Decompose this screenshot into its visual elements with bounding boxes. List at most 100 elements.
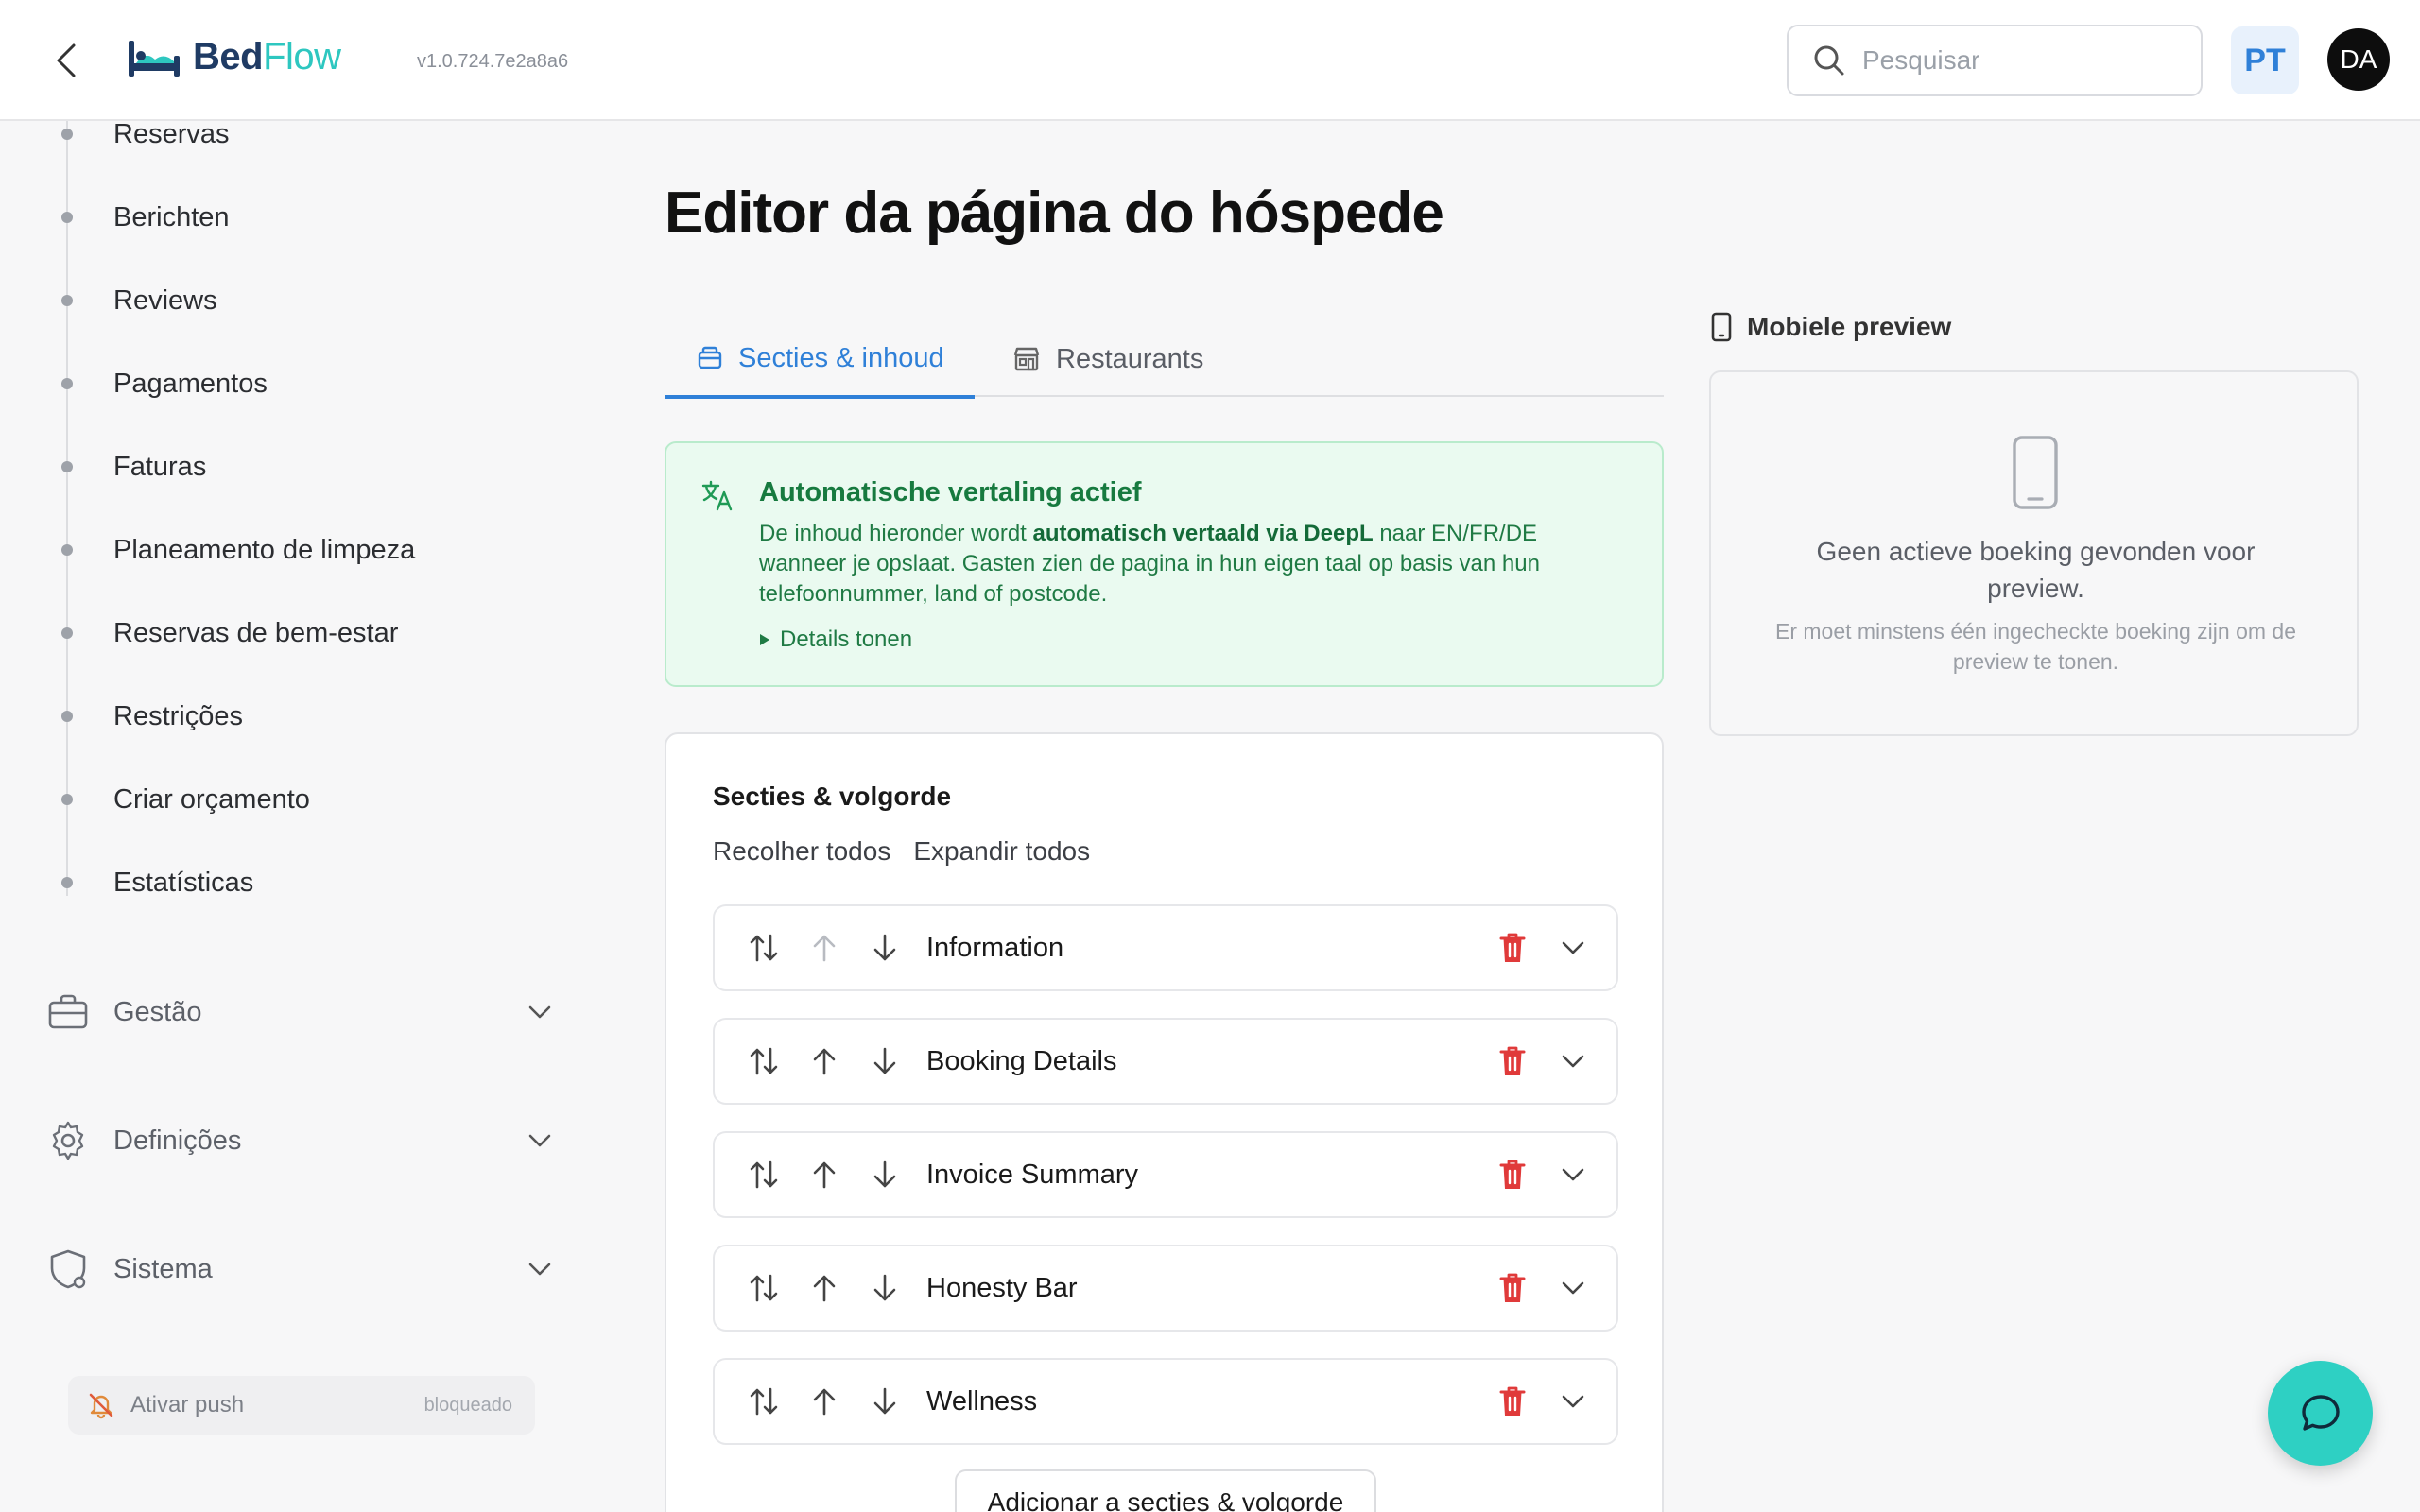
trash-icon[interactable] [1494,1042,1531,1080]
sidebar-group-label: Definições [113,1125,242,1156]
section-row[interactable]: Information [713,904,1618,991]
move-up-icon[interactable] [805,1383,843,1420]
move-down-icon[interactable] [866,1156,904,1194]
move-down-icon[interactable] [866,1042,904,1080]
drag-sort-icon[interactable] [745,1042,783,1080]
sidebar-item-label: Criar orçamento [113,783,310,815]
push-toggle[interactable]: Ativar push bloqueado [68,1376,535,1435]
move-up-icon[interactable] [805,1156,843,1194]
layers-icon [698,346,722,369]
preview-header: Mobiele preview [1711,312,1951,342]
bullet-dot [61,295,73,306]
bullet-dot [61,129,73,140]
preview-title: Mobiele preview [1747,312,1952,341]
sidebar-item-pagamentos[interactable]: Pagamentos [0,355,567,412]
section-row[interactable]: Honesty Bar [713,1245,1618,1332]
move-up-icon[interactable] [805,1042,843,1080]
search-box[interactable] [1787,25,2203,96]
chevron-down-icon[interactable] [1554,929,1592,967]
bullet-dot [61,212,73,223]
bullet-dot [61,544,73,556]
add-section-button[interactable]: Adicionar a secties & volgorde [955,1469,1376,1512]
chevron-down-icon[interactable] [1554,1156,1592,1194]
sidebar-item-label: Restrições [113,700,243,731]
move-down-icon[interactable] [866,929,904,967]
notice-title: Automatische vertaling actief [759,477,1142,507]
section-row[interactable]: Wellness [713,1358,1618,1445]
sidebar-item-reviews[interactable]: Reviews [0,272,567,329]
sidebar-item-label: Reservas de bem-estar [113,617,399,648]
sidebar-item-restricoes[interactable]: Restrições [0,688,567,745]
sidebar-group-definicoes[interactable]: Definições [0,1108,567,1174]
chevron-down-icon[interactable] [1554,1383,1592,1420]
sidebar-item-berichten[interactable]: Berichten [0,189,567,246]
sidebar-item-criar-orcamento[interactable]: Criar orçamento [0,771,567,828]
chat-button[interactable] [2268,1361,2373,1466]
preview-empty-hint: Er moet minstens één ingecheckte boeking… [1774,619,2297,674]
tab-secties-inhoud[interactable]: Secties & inhoud [665,321,975,399]
drag-sort-icon[interactable] [745,1269,783,1307]
sidebar: Reservas Berichten Reviews Pagamentos Fa… [0,119,586,1512]
sidebar-item-reservas-bem-estar[interactable]: Reservas de bem-estar [0,605,567,662]
sidebar-group-label: Sistema [113,1253,213,1284]
sidebar-item-estatisticas[interactable]: Estatísticas [0,854,567,911]
move-up-icon[interactable] [805,1269,843,1307]
user-avatar[interactable]: DA [2327,28,2390,91]
chevron-down-icon [526,998,554,1026]
drag-sort-icon[interactable] [745,1156,783,1194]
bullet-dot [61,794,73,805]
details-toggle[interactable]: Details tonen [759,627,912,653]
section-name: Invoice Summary [926,1160,1139,1190]
chevron-down-icon[interactable] [1554,1042,1592,1080]
smartphone-icon [2013,436,2058,509]
notice-body: De inhoud hieronder wordt automatisch ve… [759,521,1540,607]
search-input[interactable] [1862,45,2165,76]
sidebar-item-faturas[interactable]: Faturas [0,438,567,495]
chevron-left-icon [57,43,76,77]
trash-icon[interactable] [1494,929,1531,967]
shield-icon [47,1248,89,1290]
sidebar-item-label: Estatísticas [113,867,254,898]
tab-label: Secties & inhoud [738,342,944,373]
translation-notice: Automatische vertaling actief De inhoud … [665,441,1664,687]
store-icon [1013,347,1040,371]
trash-icon[interactable] [1494,1383,1531,1420]
move-up-icon[interactable] [805,929,843,967]
bullet-dot [61,711,73,722]
section-name: Booking Details [926,1046,1117,1076]
section-row[interactable]: Invoice Summary [713,1131,1618,1218]
sidebar-item-label: Planeamento de limpeza [113,534,416,565]
search-icon [1814,45,1844,76]
section-name: Wellness [926,1386,1038,1417]
chevron-down-icon [526,1126,554,1155]
language-switcher[interactable]: PT [2231,26,2299,94]
sidebar-item-label: Reviews [113,284,217,316]
translate-icon [700,479,735,516]
trash-icon[interactable] [1494,1269,1531,1307]
drag-sort-icon[interactable] [745,929,783,967]
drag-sort-icon[interactable] [745,1383,783,1420]
sidebar-group-gestao[interactable]: Gestão [0,979,567,1045]
tab-label: Restaurants [1056,343,1204,374]
collapse-expand-actions: Recolher todos Expandir todos [713,836,1090,867]
bullet-dot [61,877,73,888]
sidebar-item-planeamento-limpeza[interactable]: Planeamento de limpeza [0,522,567,578]
sidebar-group-sistema[interactable]: Sistema [0,1236,567,1302]
bullet-dot [61,627,73,639]
preview-panel: Geen actieve boeking gevonden voor previ… [1709,370,2359,736]
sections-card-title: Secties & volgorde [713,782,952,811]
back-button[interactable] [47,42,85,79]
move-down-icon[interactable] [866,1383,904,1420]
chevron-down-icon[interactable] [1554,1269,1592,1307]
section-row[interactable]: Booking Details [713,1018,1618,1105]
collapse-all-button[interactable]: Recolher todos [713,836,890,867]
sections-card: Secties & volgorde Recolher todos Expand… [665,732,1664,1512]
trash-icon[interactable] [1494,1156,1531,1194]
tab-restaurants[interactable]: Restaurants [1012,321,1203,397]
push-label: Ativar push [130,1392,245,1418]
move-down-icon[interactable] [866,1269,904,1307]
app-logo[interactable]: BedFlow [127,36,341,78]
chat-bubble-icon [2301,1394,2340,1431]
expand-all-button[interactable]: Expandir todos [913,836,1090,867]
preview-empty-message: Geen actieve boeking gevonden voor previ… [1816,537,2256,603]
